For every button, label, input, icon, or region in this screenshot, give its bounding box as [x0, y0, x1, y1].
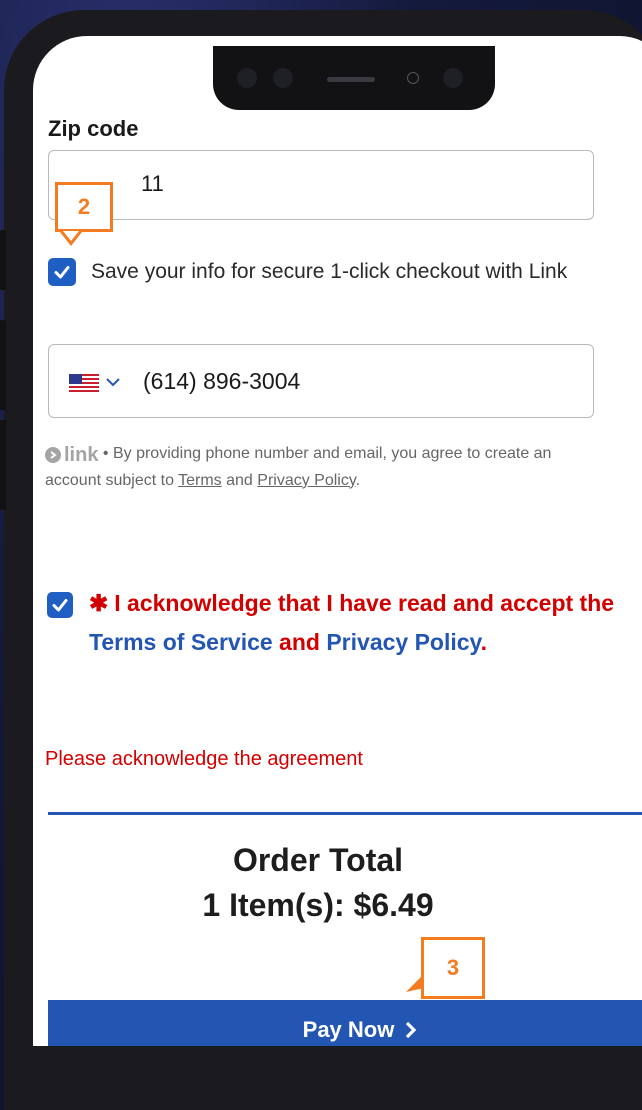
chevron-right-icon [406, 1021, 417, 1039]
divider [48, 812, 642, 815]
phone-volume-up [0, 320, 6, 410]
order-total-items: 1 Item(s): $6.49 [202, 887, 434, 923]
save-info-checkbox[interactable] [48, 258, 76, 286]
order-total-title: Order Total [232, 842, 404, 878]
link-privacy-link[interactable]: Privacy Policy [257, 472, 355, 489]
speaker-icon [327, 77, 375, 82]
phone-number-value: (614) 896-3004 [143, 368, 301, 394]
link-logo-icon: link [45, 443, 98, 468]
camera-icon [237, 68, 257, 88]
check-icon [52, 599, 68, 612]
phone-screen: Zip code 11 Save your info for secure 1-… [33, 36, 642, 1046]
zip-code-value: 11 [141, 171, 164, 196]
agreement-error-message: Please acknowledge the agreement [45, 748, 363, 770]
sensor-icon [273, 68, 293, 88]
pay-now-label: Pay Now [302, 1017, 395, 1042]
us-flag-icon[interactable] [69, 374, 99, 392]
checkout-form: Zip code 11 Save your info for secure 1-… [33, 36, 642, 1046]
link-terms-link[interactable]: Terms [178, 472, 222, 489]
pay-now-button[interactable]: Pay Now [48, 1000, 642, 1046]
link-disclaimer: link • By providing phone number and ema… [45, 443, 552, 489]
terms-of-service-link[interactable]: Terms of Service [89, 629, 273, 655]
zip-code-label: Zip code [48, 116, 139, 141]
zip-code-input[interactable]: 11 [48, 150, 594, 220]
chevron-down-icon[interactable] [105, 375, 121, 389]
save-info-label: Save your info for secure 1-click checko… [91, 260, 568, 283]
sensor-icon [443, 68, 463, 88]
step-3-pointer [406, 974, 424, 992]
agreement-checkbox[interactable] [47, 592, 73, 618]
phone-volume-down [0, 420, 6, 510]
step-3-annotation: 3 [421, 937, 485, 999]
phone-number-input[interactable]: (614) 896-3004 [48, 344, 594, 418]
step-2-annotation: 2 [55, 182, 113, 232]
lens-icon [407, 72, 419, 84]
agreement-text: ✱ I acknowledge that I have read and acce… [89, 590, 615, 655]
privacy-policy-link[interactable]: Privacy Policy [326, 629, 480, 655]
check-icon [54, 266, 70, 279]
phone-side-button [0, 230, 6, 290]
phone-notch [213, 46, 495, 110]
required-asterisk-icon: ✱ [89, 590, 109, 616]
